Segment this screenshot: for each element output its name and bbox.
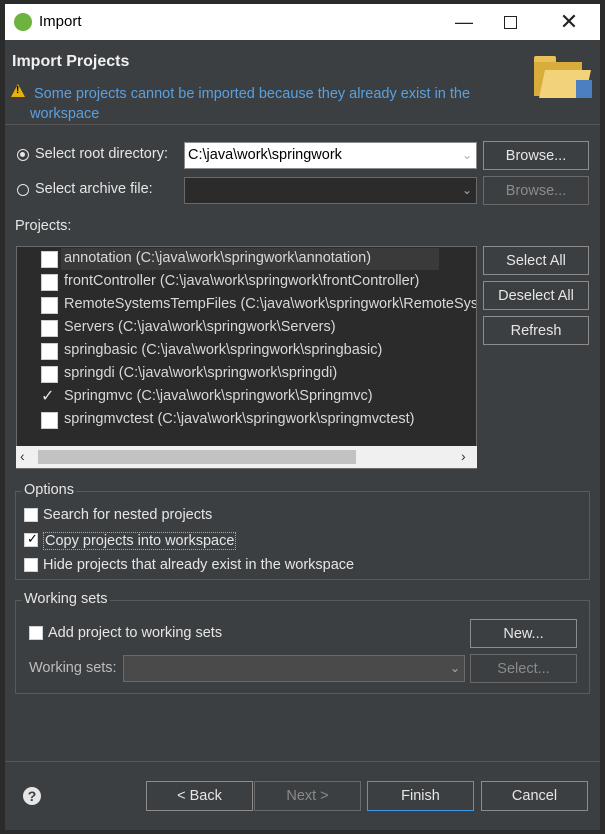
archive-file-radio[interactable] [17, 184, 29, 196]
check-icon[interactable]: ✓ [41, 386, 54, 406]
root-directory-combo[interactable]: C:\java\work\springwork ⌄ [184, 142, 477, 169]
spring-logo-icon [14, 13, 32, 31]
help-icon[interactable]: ? [23, 787, 41, 805]
archive-file-combo[interactable]: ⌄ [184, 177, 477, 204]
root-directory-value: C:\java\work\springwork [188, 147, 342, 163]
project-row[interactable]: frontController (C:\java\work\springwork… [17, 271, 476, 294]
working-sets-title: Working sets [22, 591, 110, 607]
project-checkbox[interactable] [41, 251, 58, 268]
project-checkbox[interactable] [41, 320, 58, 337]
project-row[interactable]: springbasic (C:\java\work\springwork\spr… [17, 340, 476, 363]
projects-label: Projects: [15, 218, 72, 234]
add-working-set-checkbox[interactable] [29, 626, 43, 640]
minimize-icon[interactable]: — [441, 4, 487, 40]
project-row[interactable]: RemoteSystemsTempFiles (C:\java\work\spr… [17, 294, 476, 317]
root-directory-radio[interactable] [17, 149, 29, 161]
archive-file-label: Select archive file: [35, 181, 153, 197]
warning-icon: ! [11, 84, 25, 97]
project-name: RemoteSystemsTempFiles (C:\java\work\spr… [64, 296, 476, 312]
check-icon: ✓ [27, 531, 38, 546]
project-checkbox[interactable] [41, 343, 58, 360]
dialog-body [5, 124, 600, 830]
nested-label[interactable]: Search for nested projects [43, 507, 212, 523]
project-checkbox[interactable] [41, 412, 58, 429]
project-row[interactable]: Servers (C:\java\work\springwork\Servers… [17, 317, 476, 340]
select-all-button[interactable]: Select All [483, 246, 589, 275]
project-name: springdi (C:\java\work\springwork\spring… [64, 365, 338, 381]
project-row[interactable]: springdi (C:\java\work\springwork\spring… [17, 363, 476, 386]
warning-message: Some projects cannot be imported because… [30, 86, 471, 122]
back-button[interactable]: < Back [146, 781, 253, 811]
hide-label[interactable]: Hide projects that already exist in the … [43, 557, 354, 573]
project-checkbox[interactable] [41, 297, 58, 314]
close-icon[interactable]: ✕ [546, 4, 592, 40]
project-name: Servers (C:\java\work\springwork\Servers… [64, 319, 336, 335]
projects-list[interactable]: annotation (C:\java\work\springwork\anno… [16, 246, 477, 469]
project-name: springmvctest (C:\java\work\springwork\s… [64, 411, 415, 427]
project-row[interactable]: springmvctest (C:\java\work\springwork\s… [17, 409, 476, 432]
maximize-icon[interactable] [487, 4, 533, 40]
project-checkbox[interactable] [41, 274, 58, 291]
refresh-button[interactable]: Refresh [483, 316, 589, 345]
scroll-right-icon[interactable]: › [461, 448, 466, 464]
project-name: frontController (C:\java\work\springwork… [64, 273, 420, 289]
page-title: Import Projects [12, 53, 130, 70]
footer-separator [5, 761, 600, 762]
browse-archive-button[interactable]: Browse... [483, 176, 589, 205]
add-working-set-label[interactable]: Add project to working sets [48, 625, 222, 641]
nested-checkbox[interactable] [24, 508, 38, 522]
scrollbar-thumb[interactable] [38, 450, 356, 464]
chevron-down-icon[interactable]: ⌄ [462, 148, 472, 162]
working-sets-combo[interactable]: ⌄ [123, 655, 465, 682]
root-directory-label: Select root directory: [35, 146, 168, 162]
copy-label[interactable]: Copy projects into workspace [43, 532, 237, 550]
hide-checkbox[interactable] [24, 558, 38, 572]
header-separator [5, 124, 600, 125]
copy-checkbox[interactable]: ✓ [24, 531, 38, 547]
project-name: springbasic (C:\java\work\springwork\spr… [64, 342, 383, 358]
scroll-left-icon[interactable]: ‹ [20, 448, 25, 464]
select-working-set-button[interactable]: Select... [470, 654, 577, 683]
chevron-down-icon[interactable]: ⌄ [462, 183, 472, 197]
browse-root-button[interactable]: Browse... [483, 141, 589, 170]
cancel-button[interactable]: Cancel [481, 781, 588, 811]
project-name: Springmvc (C:\java\work\springwork\Sprin… [64, 388, 373, 404]
next-button[interactable]: Next > [254, 781, 361, 811]
project-checkbox[interactable] [41, 366, 58, 383]
options-title: Options [22, 482, 76, 498]
working-sets-label: Working sets: [29, 660, 117, 676]
project-name: annotation (C:\java\work\springwork\anno… [64, 250, 372, 266]
finish-button[interactable]: Finish [367, 781, 474, 811]
dialog-header: Import Projects ! Some projects cannot b… [5, 40, 600, 124]
folder-icon [532, 50, 594, 100]
chevron-down-icon[interactable]: ⌄ [450, 661, 460, 675]
window-title: Import [39, 13, 82, 30]
project-row[interactable]: ✓ Springmvc (C:\java\work\springwork\Spr… [17, 386, 476, 409]
new-working-set-button[interactable]: New... [470, 619, 577, 648]
project-row[interactable]: annotation (C:\java\work\springwork\anno… [17, 248, 476, 271]
deselect-all-button[interactable]: Deselect All [483, 281, 589, 310]
title-bar: Import — ✕ [5, 4, 600, 40]
